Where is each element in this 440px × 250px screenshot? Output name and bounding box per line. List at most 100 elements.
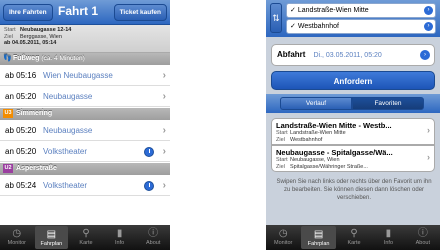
- request-button[interactable]: Anfordern: [271, 71, 435, 90]
- chevron-right-icon: ›: [162, 91, 166, 102]
- trip-detail-screen: Ihre Fahrten Fahrt 1 Ticket kaufen Start…: [0, 0, 170, 250]
- row-time: ab 05:16: [5, 71, 37, 80]
- list-item[interactable]: an 05:20 Neubaugasse ›: [0, 87, 170, 107]
- tab-label: Fahrplan: [307, 241, 330, 247]
- list-item[interactable]: ab 05:24 Volkstheater ›: [0, 176, 170, 196]
- tab-label: Fahrplan: [40, 241, 63, 247]
- departure-value: Di., 03.05.2011, 05:20: [313, 52, 382, 59]
- row-time: an 05:20: [5, 92, 37, 101]
- swap-direction-icon[interactable]: ⇅: [270, 3, 282, 33]
- tab-karte[interactable]: ⚲ Karte: [337, 225, 371, 250]
- tab-label: Info: [383, 240, 394, 246]
- favorite-title: Landstraße-Wien Mitte - Westb...: [276, 121, 392, 130]
- tab-about[interactable]: ⓘ About: [406, 225, 440, 250]
- favorite-title: Neubaugasse - Spitalgasse/Wä...: [276, 148, 393, 157]
- ziel-label: Ziel: [276, 136, 285, 143]
- list-item[interactable]: ab 05:20 Neubaugasse ›: [0, 121, 170, 141]
- route-search-screen: ⇅ ✓ Landstraße-Wien Mitte › ✓ Westbahnhof …: [266, 0, 440, 250]
- tab-label: Monitor: [274, 240, 293, 246]
- favorite-item[interactable]: Landstraße-Wien Mitte - Westb... Start La…: [271, 118, 435, 145]
- section-walk: 👣Fußweg (ca. 4 Minuten): [0, 53, 170, 65]
- ziel-label: Ziel: [276, 163, 285, 170]
- navigation-bar: Ihre Fahrten Fahrt 1 Ticket kaufen: [0, 0, 170, 25]
- row-time: an 05:20: [5, 147, 37, 156]
- row-stop: Neubaugasse: [43, 126, 93, 135]
- info-icon: ▮: [116, 228, 123, 239]
- tab-verlauf[interactable]: Verlauf: [280, 97, 352, 110]
- about-icon: ⓘ: [148, 228, 159, 239]
- trip-info: Start Neubaugasse 12-14 Ziel Berggasse, Wi…: [0, 25, 170, 53]
- tab-favoriten[interactable]: Favoriten: [352, 97, 424, 110]
- schedule-icon: ▤: [313, 229, 324, 240]
- row-time: ab 05:24: [5, 181, 37, 190]
- tab-label: Info: [114, 240, 125, 246]
- check-icon: ✓: [290, 23, 296, 30]
- tab-label: Karte: [347, 240, 361, 246]
- to-field[interactable]: ✓ Westbahnhof ›: [286, 19, 436, 34]
- schedule-icon: ▤: [46, 229, 57, 240]
- section-u2: U2 Asperstraße: [0, 163, 170, 175]
- back-button[interactable]: Ihre Fahrten: [3, 4, 53, 21]
- swipe-hint: Swipen Sie nach links oder rechts über d…: [276, 179, 432, 201]
- row-stop: Neubaugasse: [43, 92, 93, 101]
- monitor-icon: ◷: [12, 228, 22, 239]
- start-value: Neubaugasse 12-14: [20, 27, 72, 33]
- map-icon: ⚲: [350, 228, 358, 239]
- departure-label: Abfahrt: [277, 50, 306, 59]
- chevron-right-icon: ›: [162, 70, 166, 81]
- chevron-right-icon: ›: [427, 125, 430, 135]
- row-stop: Volkstheater: [43, 147, 88, 156]
- monitor-icon: ◷: [278, 228, 288, 239]
- segmented-control: Verlauf Favoriten: [266, 94, 440, 113]
- page-title: Fahrt 1: [58, 4, 99, 18]
- row-stop: Wien Neubaugasse: [43, 71, 113, 80]
- chevron-right-icon: ›: [424, 6, 433, 15]
- row-time: ab 05:20: [5, 126, 37, 135]
- tab-info[interactable]: ▮ Info: [103, 225, 137, 250]
- route-header: ⇅ ✓ Landstraße-Wien Mitte › ✓ Westbahnhof …: [266, 0, 440, 37]
- tab-monitor[interactable]: ◷ Monitor: [266, 225, 300, 250]
- chevron-right-icon: ›: [162, 146, 166, 157]
- tab-fahrplan[interactable]: ▤ Fahrplan: [301, 226, 336, 249]
- chevron-right-icon: ›: [424, 22, 433, 31]
- departure-date: ab 04.05.2011, 05:14: [4, 40, 57, 46]
- tab-label: Karte: [79, 240, 93, 246]
- chevron-right-icon: ›: [162, 125, 166, 136]
- departure-time-field[interactable]: Abfahrt Di., 03.05.2011, 05:20 ›: [271, 44, 435, 66]
- tab-label: About: [145, 240, 161, 246]
- walk-icon: 👣: [3, 55, 12, 62]
- buy-ticket-button[interactable]: Ticket kaufen: [113, 4, 167, 21]
- tab-karte[interactable]: ⚲ Karte: [69, 225, 103, 250]
- tab-monitor[interactable]: ◷ Monitor: [0, 225, 34, 250]
- chevron-right-icon: ›: [162, 180, 166, 191]
- map-icon: ⚲: [82, 228, 90, 239]
- list-item[interactable]: ab 05:16 Wien Neubaugasse ›: [0, 66, 170, 86]
- section-title: Simmering: [16, 110, 53, 117]
- ziel-value: Berggasse, Wien: [20, 33, 62, 40]
- favorite-ziel: Westbahnhof: [290, 136, 323, 143]
- clock-icon[interactable]: [144, 147, 154, 157]
- to-value: Westbahnhof: [297, 23, 339, 30]
- tab-label: Monitor: [7, 240, 26, 246]
- tab-bar: ◷ Monitor ▤ Fahrplan ⚲ Karte ▮ Info ⓘ About: [266, 225, 440, 250]
- info-icon: ▮: [385, 228, 392, 239]
- from-value: Landstraße-Wien Mitte: [297, 7, 369, 14]
- favorite-start: Neubaugasse, Wien: [290, 157, 340, 163]
- tab-fahrplan[interactable]: ▤ Fahrplan: [34, 226, 69, 249]
- chevron-right-icon: ›: [420, 50, 430, 60]
- line-badge: U2: [3, 163, 13, 173]
- tab-bar: ◷ Monitor ▤ Fahrplan ⚲ Karte ▮ Info ⓘ About: [0, 225, 170, 250]
- tab-info[interactable]: ▮ Info: [371, 225, 405, 250]
- section-subtitle: (ca. 4 Minuten): [41, 55, 85, 62]
- line-badge: U3: [3, 108, 13, 118]
- clock-icon[interactable]: [144, 181, 154, 191]
- favorite-item[interactable]: Neubaugasse - Spitalgasse/Wä... Start Neu…: [271, 145, 435, 172]
- section-title: Fußweg: [13, 55, 40, 62]
- chevron-right-icon: ›: [427, 152, 430, 162]
- favorite-start: Landstraße-Wien Mitte: [290, 130, 346, 136]
- favorite-ziel: Spitalgasse/Währinger Straße...: [290, 163, 368, 170]
- tab-about[interactable]: ⓘ About: [136, 225, 170, 250]
- section-u3: U3 Simmering: [0, 108, 170, 120]
- list-item[interactable]: an 05:20 Volkstheater ›: [0, 142, 170, 162]
- from-field[interactable]: ✓ Landstraße-Wien Mitte ›: [286, 3, 436, 18]
